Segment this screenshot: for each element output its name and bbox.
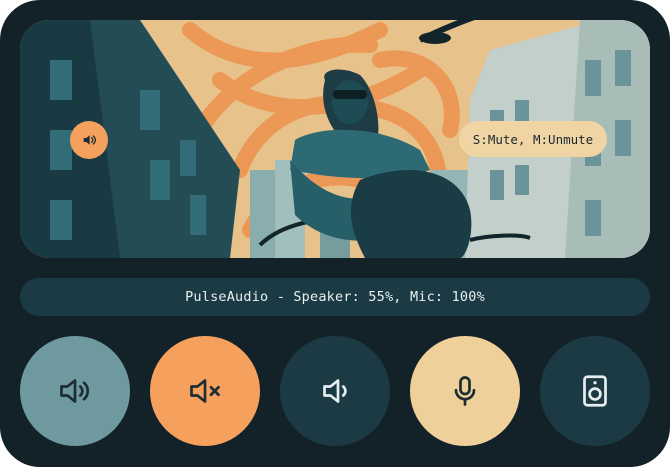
speaker-icon bbox=[583, 375, 607, 407]
volume-down-button[interactable] bbox=[280, 336, 390, 446]
volume-icon[interactable] bbox=[70, 121, 108, 159]
audio-control-panel: S:Mute, M:Unmute PulseAudio - Speaker: 5… bbox=[0, 0, 670, 467]
volume-low-icon bbox=[323, 379, 347, 403]
keyboard-hint: S:Mute, M:Unmute bbox=[459, 121, 607, 157]
control-buttons bbox=[20, 336, 650, 446]
volume-high-icon bbox=[60, 379, 90, 403]
volume-up-button[interactable] bbox=[20, 336, 130, 446]
hero-illustration: S:Mute, M:Unmute bbox=[20, 20, 650, 258]
volume-mute-icon bbox=[190, 379, 220, 403]
status-text: PulseAudio - Speaker: 55%, Mic: 100% bbox=[185, 289, 485, 305]
mute-button[interactable] bbox=[150, 336, 260, 446]
microphone-icon bbox=[454, 376, 476, 406]
microphone-button[interactable] bbox=[410, 336, 520, 446]
status-bar: PulseAudio - Speaker: 55%, Mic: 100% bbox=[20, 278, 650, 316]
speaker-button[interactable] bbox=[540, 336, 650, 446]
